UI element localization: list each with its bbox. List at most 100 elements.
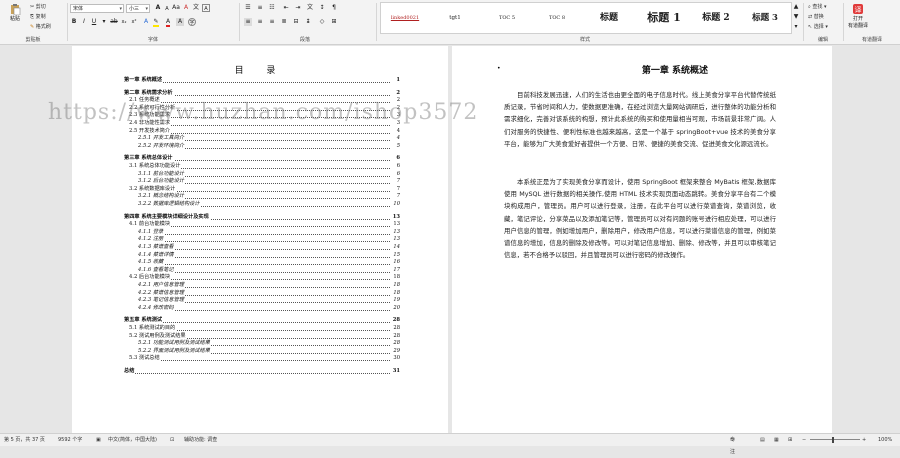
- italic-icon[interactable]: I: [80, 18, 88, 26]
- style-tgt1[interactable]: tgt1: [433, 3, 477, 33]
- align-right-icon[interactable]: ≡: [268, 18, 276, 26]
- borders-icon[interactable]: ⊞: [330, 18, 338, 26]
- sort-icon[interactable]: ↕: [318, 4, 326, 12]
- toc-entry[interactable]: 第五章 系统测试 28: [124, 317, 400, 325]
- toc-entry[interactable]: 3.1 系统总体功能设计 6: [129, 163, 400, 170]
- toc-entry[interactable]: 2.5 开发技术简介 4: [129, 127, 400, 135]
- toc-entry[interactable]: 4.1.1 登录 13: [138, 228, 400, 236]
- toc-entry[interactable]: 第四章 系统主要模块详细设计及实现 13: [124, 213, 400, 221]
- proofing-icon[interactable]: ▣: [96, 434, 101, 446]
- copy-button[interactable]: ⎘ 复制: [30, 13, 46, 20]
- toc-entry[interactable]: 第三章 系统总体设计 6: [124, 155, 400, 163]
- style-linked0021[interactable]: linked0021: [381, 3, 429, 33]
- superscript-icon[interactable]: x²: [130, 18, 138, 26]
- find-button[interactable]: ⌕ 查找 ▾: [808, 3, 827, 10]
- page-count[interactable]: 第 5 页，共 37 页: [4, 434, 45, 446]
- chevron-down-icon[interactable]: ▾: [145, 5, 148, 14]
- style-toc8[interactable]: TOC 8: [535, 3, 579, 33]
- char-shading-icon[interactable]: A: [176, 18, 184, 26]
- toc-entry[interactable]: 5.2.1 功能测试用例及测试结果 28: [138, 340, 400, 348]
- paste-button[interactable]: 粘贴: [4, 3, 26, 22]
- change-case-icon[interactable]: Aa: [172, 4, 180, 12]
- toc-entry[interactable]: 3.2 系统数据库设计 7: [129, 185, 400, 193]
- toc-entry[interactable]: 第二章 系统需求分析 2: [124, 89, 400, 97]
- accessibility-status[interactable]: 辅助功能: 调查: [184, 434, 217, 446]
- font-name-combo[interactable]: 宋体 ▾: [70, 4, 124, 13]
- style-toc5[interactable]: TOC 5: [485, 3, 529, 33]
- print-layout-icon[interactable]: ▦: [774, 434, 779, 446]
- multilevel-list-icon[interactable]: ☷: [268, 4, 276, 12]
- open-translate-button[interactable]: 译 打开 有道翻译: [846, 3, 870, 29]
- toc-entry[interactable]: 4.2 后台功能模块 18: [129, 274, 400, 282]
- zoom-out-icon[interactable]: −: [802, 434, 806, 446]
- toc-entry[interactable]: 3.2.1 概念结构设计 7: [138, 193, 400, 201]
- shading-icon[interactable]: ◇: [318, 18, 326, 26]
- toc-entry[interactable]: 5.2 测试用例及测试结果 28: [129, 332, 400, 340]
- toc-entry[interactable]: 5.3 测试总结 30: [129, 355, 400, 363]
- distributed-icon[interactable]: ⊟: [292, 18, 300, 26]
- shrink-font-icon[interactable]: A: [163, 5, 171, 13]
- justify-icon[interactable]: ≣: [280, 18, 288, 26]
- underline-dropdown-icon[interactable]: ▾: [100, 18, 108, 26]
- show-marks-icon[interactable]: ¶: [330, 4, 338, 12]
- web-layout-icon[interactable]: ⊞: [788, 434, 792, 446]
- style-title[interactable]: 标题: [587, 3, 631, 33]
- zoom-slider[interactable]: [810, 439, 860, 440]
- zoom-level[interactable]: 100%: [878, 434, 892, 446]
- style-heading2[interactable]: 标题 2: [691, 3, 741, 33]
- toc-entry[interactable]: 5.2.2 界面测试用例及测试结果 29: [138, 347, 400, 355]
- line-spacing-icon[interactable]: ↨: [304, 18, 312, 26]
- clear-format-icon[interactable]: A: [182, 4, 190, 12]
- toc-entry[interactable]: 4.2.2 菜谱信息管理 18: [138, 289, 400, 297]
- toc-entry[interactable]: 4.2.4 修改密码 20: [138, 304, 400, 312]
- char-border-icon[interactable]: A: [202, 4, 210, 12]
- enclose-char-icon[interactable]: 字: [188, 18, 196, 26]
- toc-entry[interactable]: 2.5.1 开发工具简介 4: [138, 135, 400, 143]
- replace-button[interactable]: ⇄ 替换: [808, 13, 824, 20]
- toc-entry[interactable]: 4.2.1 用户信息管理 18: [138, 282, 400, 289]
- toc-entry[interactable]: 4.1.5 收藏 16: [138, 259, 400, 267]
- cut-button[interactable]: ✂ 剪切: [30, 3, 46, 10]
- toc-entry[interactable]: 第一章 系统概述 1: [124, 77, 400, 84]
- underline-icon[interactable]: U: [90, 18, 98, 26]
- highlight-icon[interactable]: ✎: [152, 18, 160, 27]
- chinese-layout-icon[interactable]: 文: [306, 4, 314, 12]
- toc-entry[interactable]: 3.2.2 数据库逻辑结构设计 10: [138, 201, 400, 208]
- increase-indent-icon[interactable]: ⇥: [294, 4, 302, 12]
- toc-entry[interactable]: 4.1.4 菜谱详情 15: [138, 251, 400, 259]
- toc-entry[interactable]: 4.1.3 菜谱查看 14: [138, 244, 400, 251]
- word-count[interactable]: 9592 个字: [58, 434, 82, 446]
- toc-entry[interactable]: 2.5.2 开发环境简介 5: [138, 142, 400, 150]
- zoom-in-icon[interactable]: +: [862, 434, 866, 446]
- text-effects-icon[interactable]: A: [142, 18, 150, 26]
- toc-entry[interactable]: 4.1 前台功能模块 13: [129, 221, 400, 229]
- font-size-combo[interactable]: 小三 ▾: [126, 4, 150, 13]
- align-center-icon[interactable]: ≡: [256, 18, 264, 26]
- styles-scroll-down-icon[interactable]: ▼: [792, 13, 800, 21]
- toc-entry[interactable]: 4.1.2 注册 13: [138, 236, 400, 244]
- zoom-slider-thumb[interactable]: [832, 437, 834, 443]
- macro-icon[interactable]: ⊡: [170, 434, 174, 446]
- language-status[interactable]: 中文(简体，中国大陆): [108, 434, 157, 446]
- grow-font-icon[interactable]: A: [154, 4, 162, 12]
- toc-entry[interactable]: 3.1.2 后台功能设计 7: [138, 178, 400, 186]
- select-button[interactable]: ↖ 选择 ▾: [808, 23, 828, 30]
- read-mode-icon[interactable]: ▤: [760, 434, 765, 446]
- bullets-icon[interactable]: ☰: [244, 4, 252, 12]
- font-color-icon[interactable]: A: [164, 18, 172, 27]
- toc-entry[interactable]: 4.2.3 笔记信息管理 19: [138, 297, 400, 305]
- format-painter-button[interactable]: ✎ 格式刷: [30, 23, 51, 30]
- bold-icon[interactable]: B: [70, 18, 78, 26]
- chevron-down-icon[interactable]: ▾: [119, 5, 122, 14]
- toc-entry[interactable]: 4.1.6 查看笔记 17: [138, 266, 400, 274]
- toc-entry[interactable]: 总结 31: [124, 368, 400, 375]
- subscript-icon[interactable]: x₂: [120, 18, 128, 26]
- styles-scroll-up-icon[interactable]: ▲: [792, 3, 800, 11]
- styles-more-icon[interactable]: ▾: [792, 23, 800, 31]
- style-heading1[interactable]: 标题 1: [637, 3, 691, 33]
- style-heading3[interactable]: 标题 3: [741, 3, 789, 33]
- numbering-icon[interactable]: ≡: [256, 4, 264, 12]
- decrease-indent-icon[interactable]: ⇤: [282, 4, 290, 12]
- strikethrough-icon[interactable]: ab: [110, 18, 118, 26]
- toc-entry[interactable]: 3.1.1 前台功能设计 6: [138, 170, 400, 178]
